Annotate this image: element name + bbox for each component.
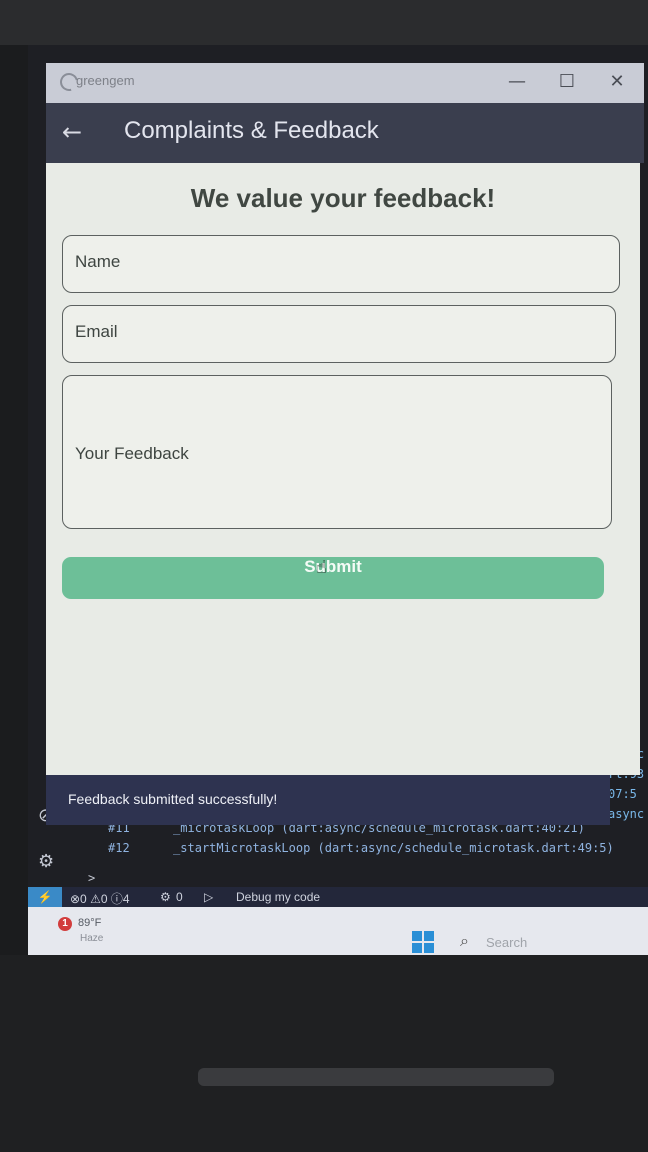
frame-number: #12: [108, 841, 130, 855]
name-label: Name: [75, 252, 121, 271]
minimize-button[interactable]: —: [504, 69, 530, 95]
screen: rov less ); kt c async rt:93 07:5 async …: [28, 45, 648, 955]
ports-count[interactable]: 0: [176, 890, 183, 904]
laptop-bezel-top: [0, 0, 648, 45]
code-fragment: async: [608, 807, 645, 821]
taskbar: 1 89°F Haze ⌕ Search: [28, 907, 648, 955]
notification-badge[interactable]: 1: [58, 917, 72, 931]
taskbar-search[interactable]: Search: [486, 935, 527, 950]
app-name: greengem: [76, 73, 135, 88]
code-fragment: 07:5: [608, 787, 637, 801]
close-button[interactable]: ✕: [604, 69, 630, 95]
form-heading: We value your feedback!: [190, 183, 496, 213]
debug-icon[interactable]: ▷: [204, 890, 213, 904]
problems-indicator[interactable]: ⊗0 ⚠0 ⓘ4: [70, 890, 130, 907]
laptop-bezel-bottom: [0, 955, 648, 1152]
email-field[interactable]: Email: [62, 305, 616, 363]
submit-button[interactable]: Submit: [62, 557, 604, 599]
feedback-textarea[interactable]: Your Feedback: [62, 375, 612, 529]
search-icon[interactable]: ⌕: [460, 931, 469, 951]
feedback-label: Your Feedback: [75, 444, 189, 463]
weather-temperature[interactable]: 89°F: [78, 917, 101, 929]
email-label: Email: [75, 322, 118, 341]
back-arrow-icon[interactable]: ←: [62, 117, 92, 147]
settings-gear-icon[interactable]: ⚙: [38, 851, 54, 872]
window-titlebar: greengem — ☐ ✕: [46, 63, 644, 103]
remote-icon[interactable]: ⚡: [28, 887, 62, 907]
name-field[interactable]: Name: [62, 235, 620, 293]
feedback-form: We value your feedback! Name Email Your …: [46, 163, 640, 775]
weather-condition[interactable]: Haze: [80, 933, 103, 944]
hand-cursor-icon: ☝: [316, 557, 327, 578]
page-title: Complaints & Feedback: [124, 117, 379, 144]
app-bar: ← Complaints & Feedback: [46, 103, 644, 163]
snackbar-message: Feedback submitted successfully!: [68, 791, 278, 807]
ports-icon[interactable]: ⚙: [160, 890, 171, 904]
windows-start-icon[interactable]: [412, 931, 434, 953]
terminal-prompt[interactable]: >: [88, 871, 95, 885]
frame-text: _startMicrotaskLoop (dart:async/schedule…: [173, 841, 614, 855]
ide-status-bar: ⚡ ⊗0 ⚠0 ⓘ4 ⚙ 0 ▷ Debug my code: [28, 887, 648, 907]
laptop-hinge: [198, 1068, 554, 1086]
success-snackbar: Feedback submitted successfully!: [46, 775, 610, 825]
stack-frame-12: #12 _startMicrotaskLoop (dart:async/sche…: [108, 841, 614, 855]
maximize-button[interactable]: ☐: [554, 69, 580, 95]
debug-label[interactable]: Debug my code: [236, 890, 320, 904]
